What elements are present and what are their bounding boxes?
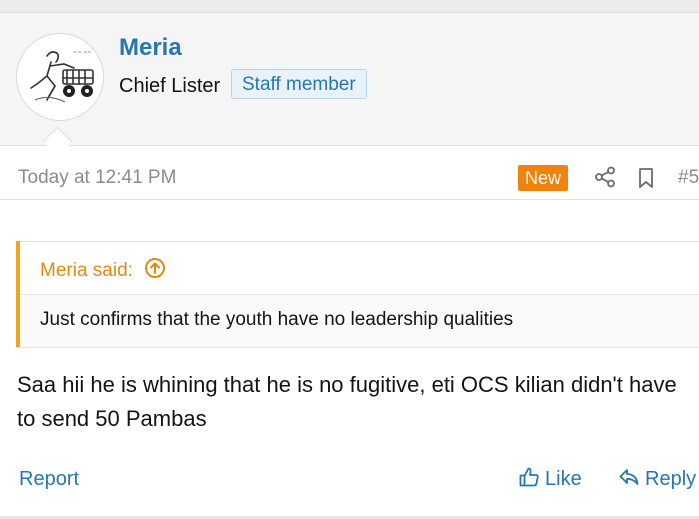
username[interactable]: Meria xyxy=(119,33,182,63)
post-date[interactable]: Today at 12:41 PM xyxy=(18,166,176,190)
like-label: Like xyxy=(545,468,582,490)
reply-button[interactable]: Reply xyxy=(618,466,696,492)
like-button[interactable]: Like xyxy=(518,466,582,492)
new-badge: New xyxy=(518,165,569,191)
share-icon[interactable] xyxy=(594,166,616,188)
reply-arrow-icon xyxy=(619,469,639,485)
avatar-image: ~~ ~~ xyxy=(17,34,103,120)
top-strip xyxy=(0,0,699,13)
post-meta: Today at 12:41 PM New #5 xyxy=(0,147,699,200)
user-title: Chief Lister xyxy=(119,75,221,97)
quote-divider xyxy=(16,347,699,348)
avatar[interactable]: ~~ ~~ xyxy=(16,33,104,121)
staff-badge: Staff member xyxy=(231,69,367,99)
post-number[interactable]: #5 xyxy=(678,166,699,190)
thumbs-up-icon xyxy=(519,467,539,487)
message-body: Saa hii he is whining that he is no fugi… xyxy=(17,372,677,431)
report-link[interactable]: Report xyxy=(19,466,79,492)
quote-header: Meria said: xyxy=(20,241,699,295)
reply-label: Reply xyxy=(645,468,697,490)
quote-text: Just confirms that the youth have no lea… xyxy=(40,309,514,330)
user-header: ~~ ~~ Meria Chief Lister Staff member xyxy=(0,13,699,146)
bookmark-icon[interactable] xyxy=(636,167,656,189)
quote-author-link[interactable]: Meria said: xyxy=(40,257,166,283)
svg-text:~~ ~~: ~~ ~~ xyxy=(73,50,91,56)
quote-author: Meria said: xyxy=(40,260,133,281)
quote-block: Meria said: Just confirms that the youth… xyxy=(16,241,699,347)
arrow-up-circle-icon[interactable] xyxy=(144,257,166,279)
